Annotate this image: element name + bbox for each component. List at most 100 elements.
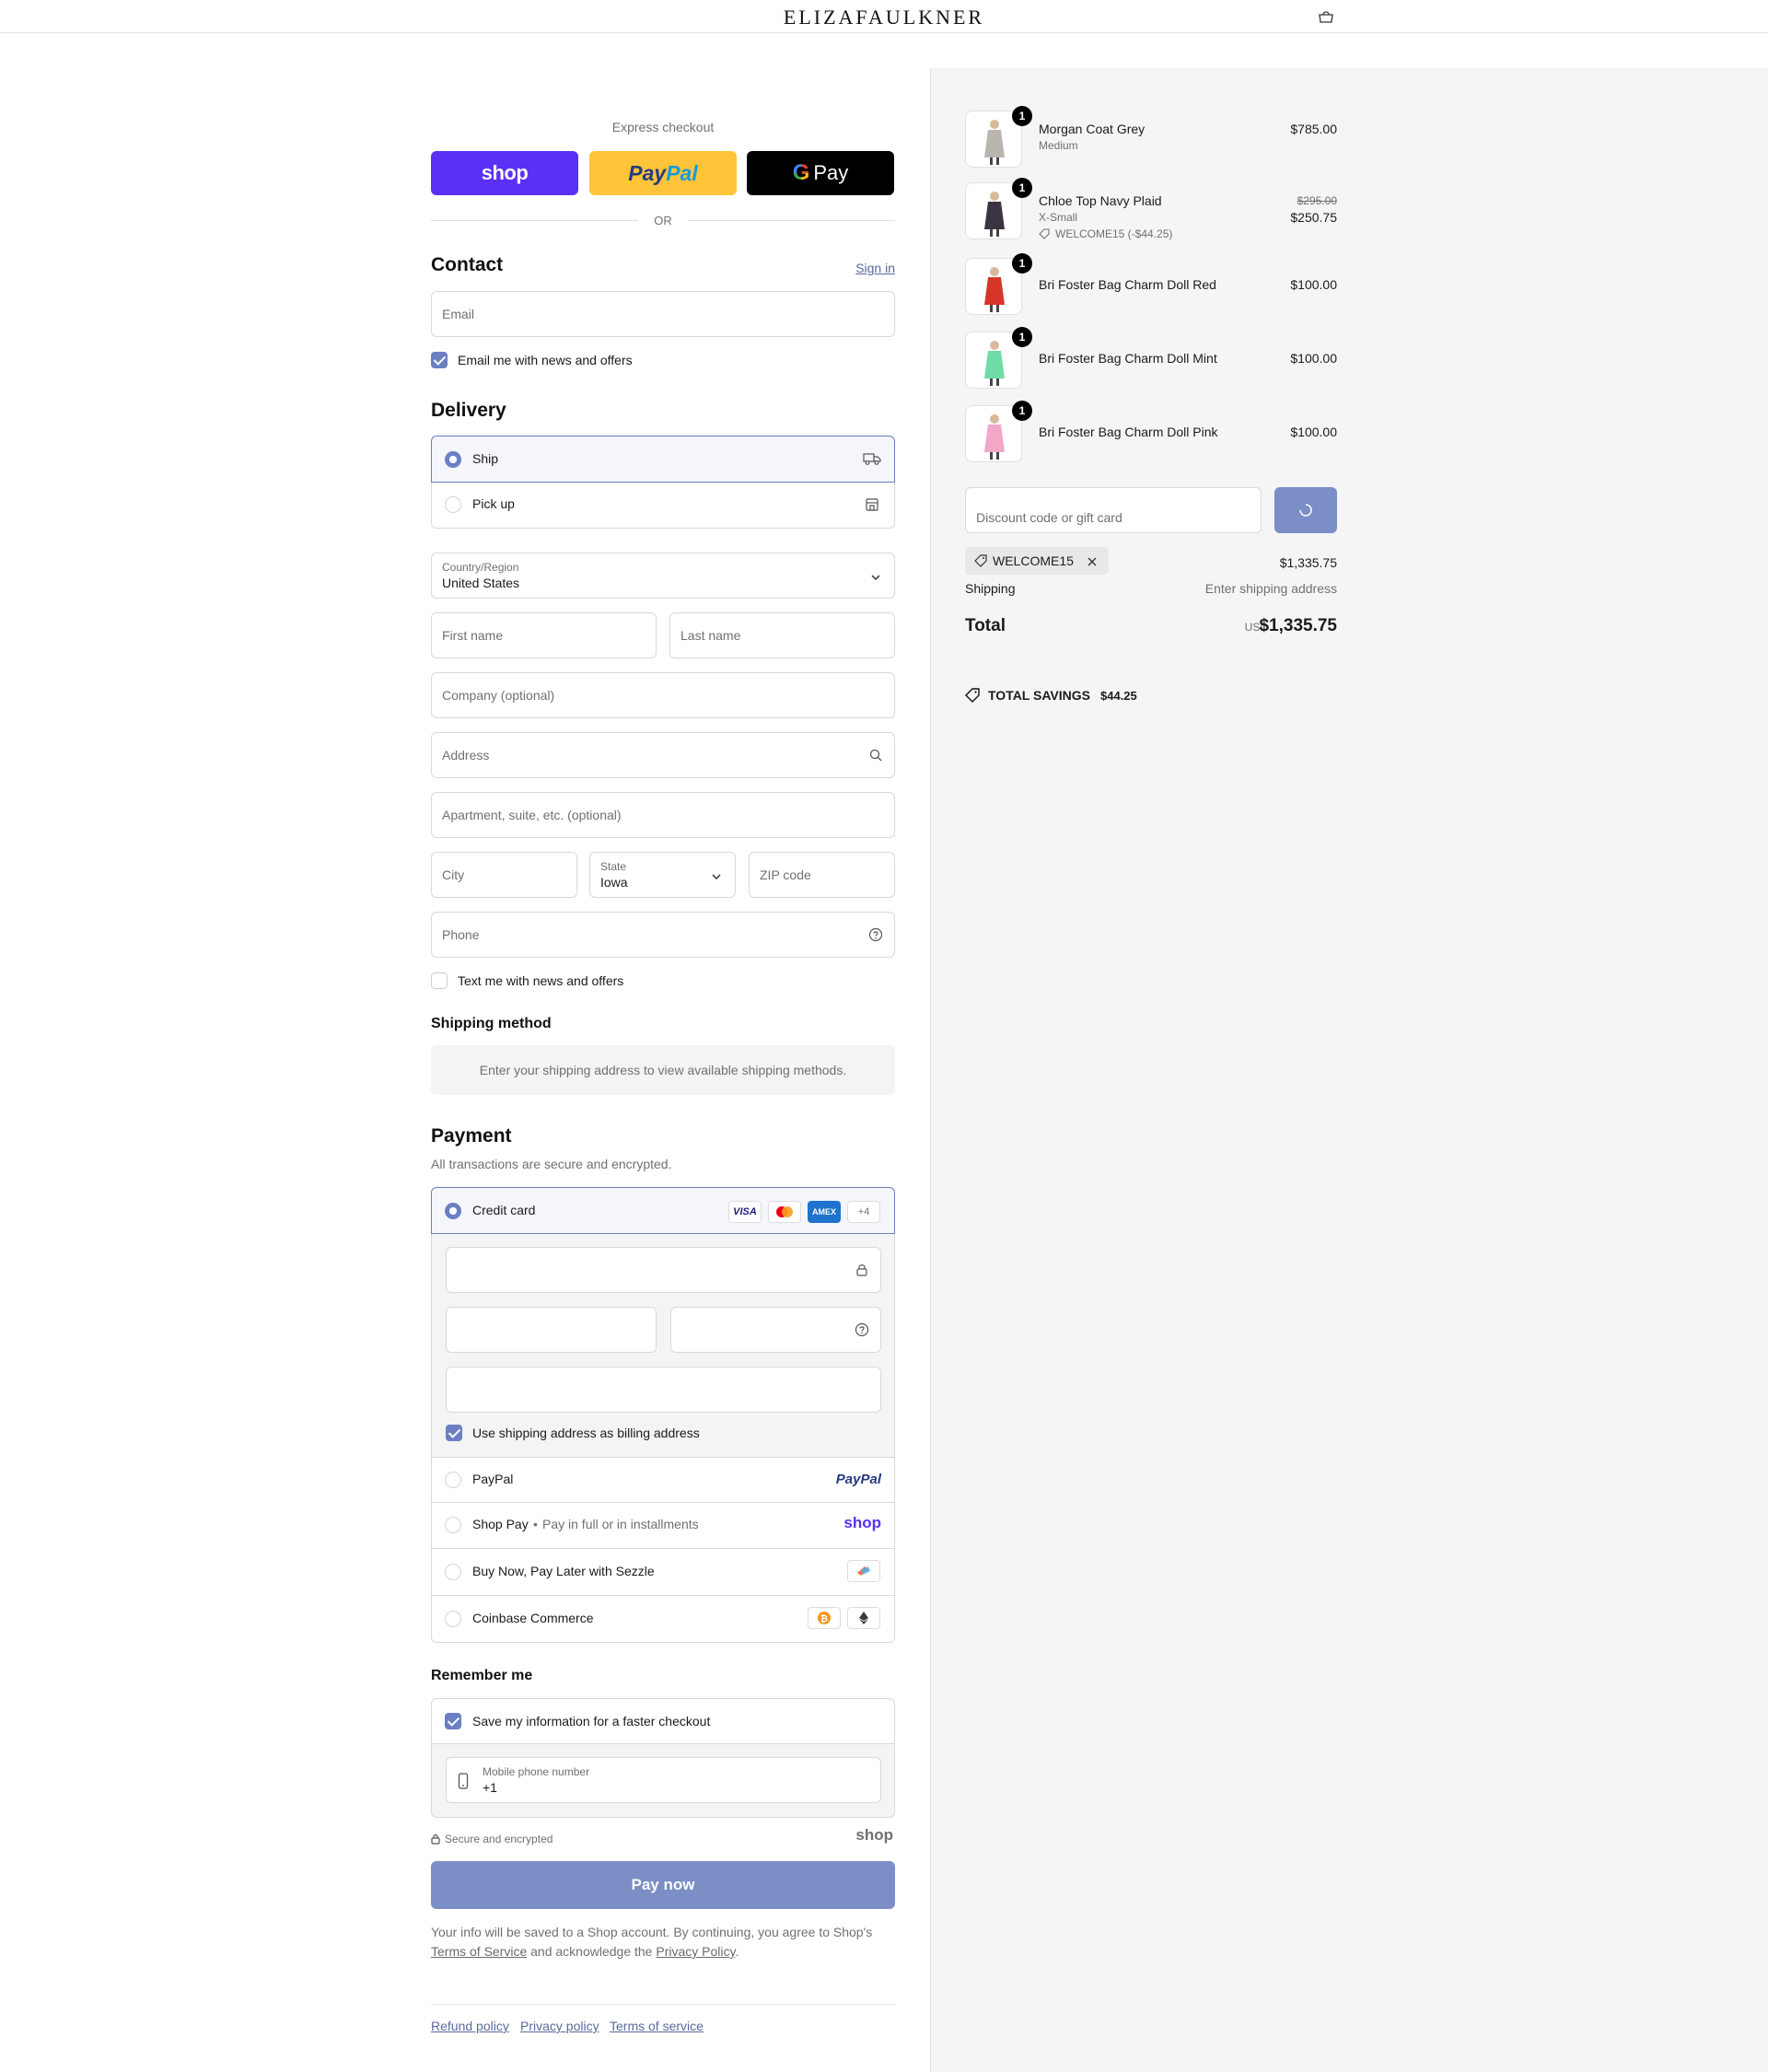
pay-now-button[interactable]: Pay now <box>431 1861 895 1909</box>
google-pay-express-button[interactable]: G Pay <box>747 151 894 195</box>
email-optin-checkbox[interactable] <box>431 352 448 368</box>
google-g-icon: G <box>792 160 810 185</box>
remove-discount-icon[interactable] <box>1087 556 1098 567</box>
expiration-date-field[interactable] <box>446 1307 657 1353</box>
total-savings-label: TOTAL SAVINGS <box>988 688 1090 703</box>
product-thumbnail: 1 <box>965 106 1032 168</box>
product-price: $250.75 <box>1290 210 1337 225</box>
card-number-field[interactable] <box>446 1247 881 1293</box>
billing-same-label: Use shipping address as billing address <box>472 1426 700 1440</box>
payment-subtitle: All transactions are secure and encrypte… <box>431 1157 672 1171</box>
brand-logo[interactable]: ELIZAFAULKNER <box>0 6 1768 29</box>
mastercard-icon <box>768 1201 801 1223</box>
product-name: Morgan Coat Grey <box>1039 122 1146 136</box>
address-field[interactable]: Address <box>431 732 895 778</box>
email-optin-label: Email me with news and offers <box>458 353 633 367</box>
original-price: $295.00 <box>1297 194 1337 207</box>
chevron-down-icon <box>871 575 880 581</box>
sign-in-link[interactable]: Sign in <box>855 261 895 275</box>
product-thumbnail: 1 <box>965 253 1032 315</box>
or-divider: OR <box>431 212 895 228</box>
contact-title: Contact <box>431 254 504 275</box>
visa-icon: VISA <box>728 1201 762 1223</box>
more-cards-badge: +4 <box>847 1201 880 1223</box>
product-name: Bri Foster Bag Charm Doll Pink <box>1039 425 1218 439</box>
shipping-method-title: Shipping method <box>431 1016 552 1031</box>
applied-discount-chip: WELCOME15 <box>965 547 1109 575</box>
bitcoin-icon: ₿ <box>808 1607 841 1629</box>
terms-of-service-link[interactable]: Terms of Service <box>431 1944 527 1959</box>
lock-icon <box>431 1834 440 1845</box>
zip-field[interactable]: ZIP code <box>749 852 895 898</box>
save-info-option[interactable]: Save my information for a faster checkou… <box>431 1698 895 1744</box>
shipping-label: Shipping <box>965 581 1016 596</box>
delivery-title: Delivery <box>431 400 506 421</box>
billing-same-checkbox[interactable] <box>446 1425 462 1441</box>
payment-option-coinbase[interactable]: Coinbase Commerce ₿ <box>431 1596 895 1643</box>
order-item: 1 Bri Foster Bag Charm Doll Mint $100.00 <box>965 327 1337 396</box>
company-field[interactable]: Company (optional) <box>431 672 895 718</box>
footer-divider <box>431 2004 895 2005</box>
product-thumbnail: 1 <box>965 178 1032 239</box>
mobile-phone-field[interactable]: Mobile phone number +1 <box>446 1757 881 1803</box>
remember-me-title: Remember me <box>431 1668 533 1683</box>
ethereum-icon <box>847 1607 880 1629</box>
search-icon <box>869 749 882 762</box>
bag-icon[interactable] <box>1317 9 1335 24</box>
product-thumbnail: 1 <box>965 327 1032 389</box>
phone-field[interactable]: Phone <box>431 912 895 958</box>
shop-logo: shop <box>855 1826 893 1844</box>
payment-option-paypal[interactable]: PayPal PayPal <box>431 1457 895 1503</box>
store-icon <box>866 498 878 511</box>
order-item: 1 Bri Foster Bag Charm Doll Pink $100.00 <box>965 401 1337 470</box>
city-field[interactable]: City <box>431 852 577 898</box>
apply-discount-button[interactable] <box>1274 487 1337 533</box>
security-code-field[interactable] <box>670 1307 881 1353</box>
apartment-field[interactable]: Apartment, suite, etc. (optional) <box>431 792 895 838</box>
total-label: Total <box>965 616 1006 635</box>
name-on-card-field[interactable] <box>446 1367 881 1413</box>
discount-code-field[interactable]: Discount code or gift card <box>965 487 1262 533</box>
quantity-badge: 1 <box>1012 401 1032 421</box>
order-item: 1 Morgan Coat Grey Medium $785.00 <box>965 106 1337 175</box>
top-bar: ELIZAFAULKNER <box>0 0 1768 33</box>
mobile-phone-icon <box>458 1773 469 1789</box>
tag-icon <box>1039 228 1050 239</box>
product-name: Chloe Top Navy Plaid <box>1039 193 1162 208</box>
last-name-field[interactable]: Last name <box>669 612 895 658</box>
payment-option-credit-card[interactable]: Credit card VISA AMEX +4 <box>431 1187 895 1234</box>
delivery-option-ship[interactable]: Ship <box>431 436 895 483</box>
footer-terms-of-service-link[interactable]: Terms of service <box>610 2019 704 2033</box>
paypal-logo: PayPal <box>835 1472 881 1487</box>
secure-encrypted-label: Secure and encrypted <box>445 1833 553 1845</box>
svg-text:₿: ₿ <box>820 1613 828 1624</box>
help-icon[interactable] <box>855 1322 869 1337</box>
payment-option-sezzle[interactable]: Buy Now, Pay Later with Sezzle <box>431 1549 895 1596</box>
total-value: $1,335.75 <box>1259 616 1337 635</box>
footer-refund-policy-link[interactable]: Refund policy <box>431 2019 509 2033</box>
card-fields-panel: Use shipping address as billing address <box>431 1234 895 1457</box>
payment-option-shop-pay[interactable]: Shop Pay • Pay in full or in installment… <box>431 1503 895 1549</box>
country-select[interactable]: Country/Region United States <box>431 553 895 599</box>
product-price: $100.00 <box>1290 277 1337 292</box>
email-field[interactable]: Email <box>431 291 895 337</box>
privacy-policy-link[interactable]: Privacy Policy <box>656 1944 735 1959</box>
product-name: Bri Foster Bag Charm Doll Red <box>1039 277 1216 292</box>
shop-logo: shop <box>843 1514 881 1531</box>
item-discount: WELCOME15 (-$44.25) <box>1055 227 1173 240</box>
delivery-option-pickup[interactable]: Pick up <box>431 483 895 529</box>
quantity-badge: 1 <box>1012 106 1032 126</box>
help-icon[interactable] <box>868 927 883 942</box>
product-variant: Medium <box>1039 139 1078 152</box>
sms-optin-checkbox[interactable] <box>431 972 448 989</box>
quantity-badge: 1 <box>1012 253 1032 274</box>
footer-privacy-policy-link[interactable]: Privacy policy <box>520 2019 599 2033</box>
first-name-field[interactable]: First name <box>431 612 657 658</box>
total-savings-value: $44.25 <box>1100 689 1137 703</box>
savings-tag-icon <box>965 688 980 703</box>
quantity-badge: 1 <box>1012 178 1032 198</box>
amex-icon: AMEX <box>808 1201 841 1223</box>
paypal-express-button[interactable]: Pay Pal <box>589 151 737 195</box>
state-select[interactable]: State Iowa <box>589 852 736 898</box>
shop-pay-express-button[interactable]: shop <box>431 151 578 195</box>
